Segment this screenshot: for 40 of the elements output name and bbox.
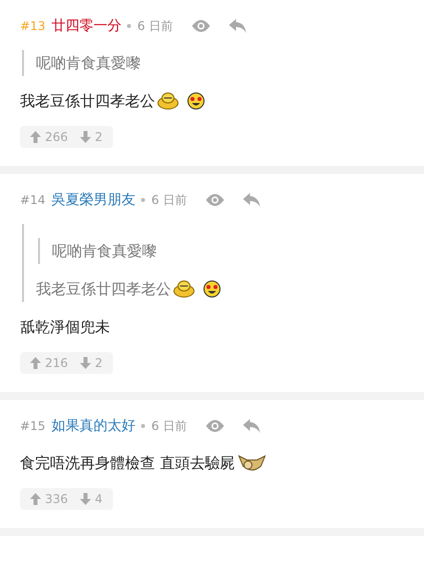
post-text: 我老豆係廿四孝老公 [20,91,155,112]
author-name[interactable]: 吳夏榮男朋友 [51,191,136,209]
up-arrow-icon [30,357,41,369]
shy-emoticon-icon [173,280,195,298]
author-name[interactable]: 如果真的太好 [51,417,136,435]
down-arrow-icon [80,357,91,369]
downvote-button[interactable]: 2 [80,356,103,370]
heart-eyes-emoticon-icon [203,280,221,298]
post-number: #13 [20,19,46,33]
quote-text: 呢啲肯食真愛嚟 [36,53,141,74]
post-text: 舐乾淨個兜未 [20,317,110,338]
upvote-button[interactable]: 266 [30,130,68,144]
down-arrow-icon [80,131,91,143]
reply-icon[interactable] [242,419,261,433]
upvote-button[interactable]: 336 [30,492,68,506]
post-time: 6 日前 [151,192,187,208]
reply-icon[interactable] [242,193,261,207]
eye-icon[interactable] [204,419,225,433]
up-arrow-icon [30,493,41,505]
eye-icon[interactable] [204,193,225,207]
shy-emoticon-icon [157,92,179,110]
up-arrow-icon [30,131,41,143]
reply-icon[interactable] [228,19,247,33]
author-name[interactable]: 廿四零一分 [51,17,122,35]
separator-dot-icon [141,198,146,202]
downvote-button[interactable]: 2 [80,130,103,144]
post-time: 6 日前 [137,18,173,34]
separator-dot-icon [141,424,146,428]
eye-icon[interactable] [190,19,211,33]
upvote-button[interactable]: 216 [30,356,68,370]
quote-text: 呢啲肯食真愛嚟 [52,241,157,262]
post-number: #15 [20,419,46,433]
down-arrow-icon [80,493,91,505]
post-text: 食完唔洗再身體檢查 直頭去驗屍 [20,453,235,474]
separator-dot-icon [127,24,132,28]
post-number: #14 [20,193,46,207]
post-time: 6 日前 [151,418,187,434]
downvote-button[interactable]: 4 [80,492,103,506]
heart-eyes-emoticon-icon [187,92,205,110]
quote-text: 我老豆係廿四孝老公 [36,279,171,300]
